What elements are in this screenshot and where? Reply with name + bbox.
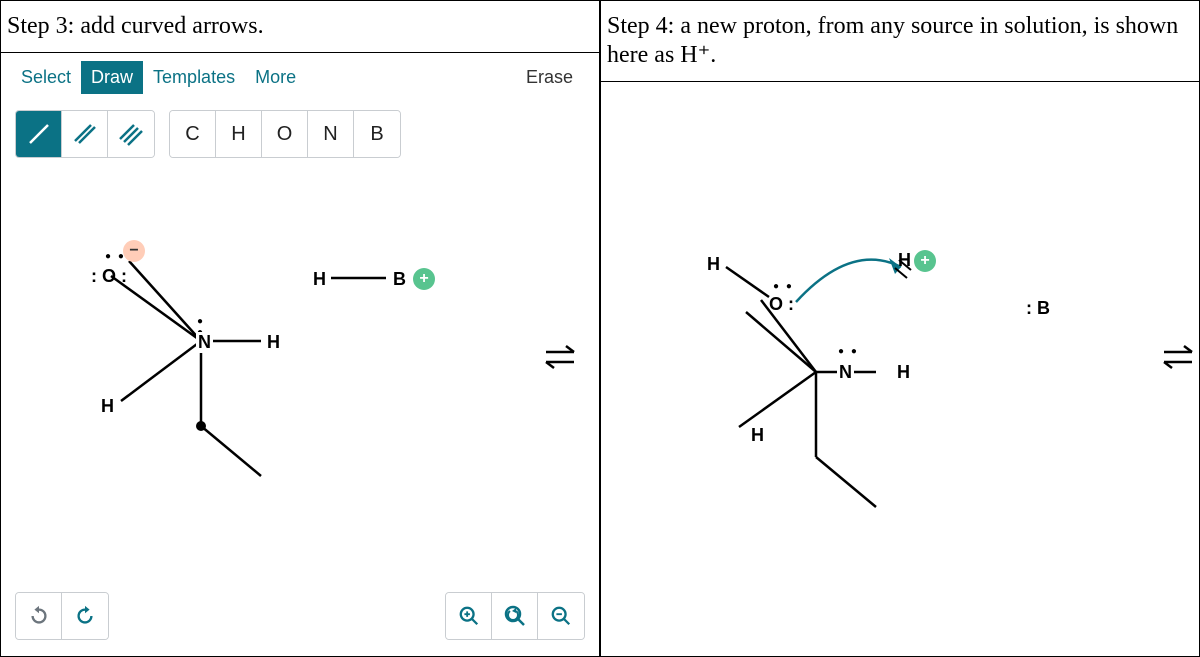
tab-select[interactable]: Select	[11, 61, 81, 94]
atom-h-n-label-r: H	[897, 362, 910, 383]
main-toolbar: Select Draw Templates More Erase	[1, 53, 599, 102]
panel-step4: Step 4: a new proton, from any source in…	[600, 0, 1200, 657]
atom-tool-group: C H O N B	[169, 110, 401, 158]
atom-h-n-label: H	[267, 332, 280, 353]
single-bond-tool[interactable]	[16, 111, 62, 157]
zoom-group	[445, 592, 585, 640]
equilibrium-arrow-2	[1158, 340, 1198, 383]
atom-b-button[interactable]: B	[354, 111, 400, 157]
atom-h-wedge-label-r: H	[751, 425, 764, 446]
atom-n-label-r: N	[837, 362, 854, 383]
zoom-in-button[interactable]	[446, 593, 492, 639]
atom-h-button[interactable]: H	[216, 111, 262, 157]
panel-title-step3: Step 3: add curved arrows.	[1, 1, 599, 53]
history-group	[15, 592, 109, 640]
charge-negative: −	[123, 240, 145, 262]
lone-pair-o-top-r: ● ●	[773, 281, 794, 292]
drawing-canvas[interactable]: : O : ● ● − H ●● N H H B +	[1, 166, 599, 526]
erase-button[interactable]: Erase	[510, 61, 589, 94]
undo-button[interactable]	[16, 593, 62, 639]
equilibrium-arrow-1	[540, 340, 580, 383]
atom-n-button[interactable]: N	[308, 111, 354, 157]
atom-b-label-r: : B	[1026, 298, 1050, 319]
panel-step3: Step 3: add curved arrows. Select Draw T…	[0, 0, 600, 657]
charge-positive-b: +	[413, 268, 435, 290]
atom-n-label: N	[196, 332, 213, 353]
atom-o-button[interactable]: O	[262, 111, 308, 157]
tab-templates[interactable]: Templates	[143, 61, 245, 94]
bond-tool-group	[15, 110, 155, 158]
atom-o-label: : O :	[91, 266, 127, 287]
zoom-reset-button[interactable]	[492, 593, 538, 639]
bottom-toolbar	[1, 592, 599, 640]
panel-title-step4: Step 4: a new proton, from any source in…	[601, 1, 1199, 82]
tab-more[interactable]: More	[245, 61, 306, 94]
charge-positive-h: +	[914, 250, 936, 272]
triple-bond-tool[interactable]	[108, 111, 154, 157]
tab-group: Select Draw Templates More	[11, 61, 306, 94]
atom-h-wedge-label: H	[101, 396, 114, 417]
redo-button[interactable]	[62, 593, 108, 639]
lone-pair-n-r: ● ●	[838, 346, 859, 357]
atom-h-b-label: H	[313, 269, 326, 290]
tool-row: C H O N B	[1, 102, 599, 166]
atom-o-label-r: O :	[769, 294, 794, 315]
double-bond-tool[interactable]	[62, 111, 108, 157]
atom-c-button[interactable]: C	[170, 111, 216, 157]
molecule-area-step4: H ● ● O : H + H ● ● N H : B	[601, 82, 1199, 622]
tab-draw[interactable]: Draw	[81, 61, 143, 94]
zoom-out-button[interactable]	[538, 593, 584, 639]
atom-h-oh-label: H	[707, 254, 720, 275]
molecule-step4	[601, 82, 1200, 622]
molecule-step3	[1, 166, 601, 526]
atom-b-label: B	[393, 269, 406, 290]
atom-hplus-label: H	[898, 250, 911, 271]
